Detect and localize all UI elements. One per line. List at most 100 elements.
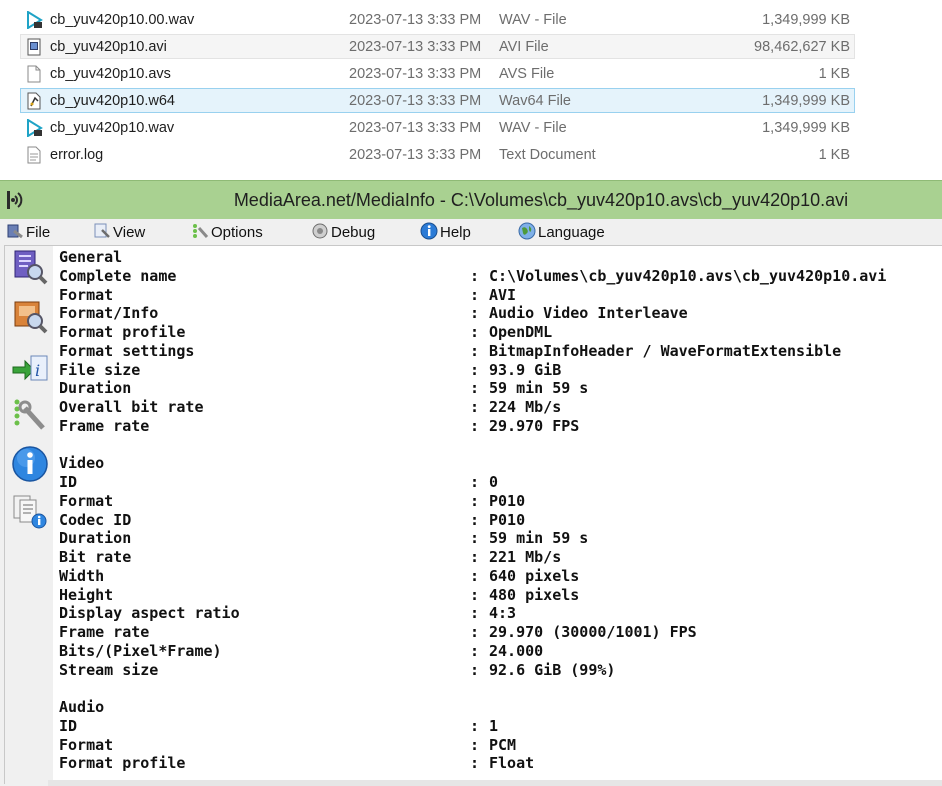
field-separator: : bbox=[470, 604, 480, 623]
sheet-view-icon[interactable] bbox=[11, 297, 49, 335]
file-size: 1,349,999 KB bbox=[762, 120, 850, 136]
field-separator: : bbox=[470, 735, 480, 754]
file-row[interactable]: cb_yuv420p10.avs 2023-07-13 3:33 PM AVS Fi… bbox=[20, 61, 855, 86]
field-label: Duration bbox=[59, 529, 132, 548]
file-menu-icon bbox=[7, 224, 23, 239]
file-name: cb_yuv420p10.w64 bbox=[50, 93, 175, 109]
blank-file-icon bbox=[27, 65, 41, 83]
file-type: Text Document bbox=[499, 147, 596, 163]
mediainfo-window: MediaArea.net/MediaInfo - C:\Volumes\cb_… bbox=[0, 180, 942, 786]
field-value: 0 bbox=[489, 473, 499, 491]
text-file-icon bbox=[27, 146, 41, 164]
title-bar[interactable]: MediaArea.net/MediaInfo - C:\Volumes\cb_… bbox=[0, 180, 942, 219]
menu-view[interactable]: View bbox=[93, 222, 145, 242]
field-label: Format bbox=[59, 491, 114, 510]
file-name: cb_yuv420p10.avs bbox=[50, 66, 171, 82]
field-label: Bits/(Pixel*Frame) bbox=[59, 641, 222, 660]
horizontal-scrollbar[interactable] bbox=[48, 780, 942, 786]
file-row[interactable]: cb_yuv420p10.00.wav 2023-07-13 3:33 PM WAV… bbox=[20, 7, 855, 32]
basic-view-icon[interactable] bbox=[11, 248, 49, 286]
field-value: Audio Video Interleave bbox=[489, 304, 688, 323]
file-date: 2023-07-13 3:33 PM bbox=[349, 120, 482, 136]
field-separator: : bbox=[470, 304, 480, 323]
field-separator: : bbox=[470, 341, 480, 360]
field-separator: : bbox=[470, 716, 480, 735]
file-type: WAV - File bbox=[499, 12, 567, 28]
field-label: General bbox=[59, 248, 123, 266]
menu-help[interactable]: Help bbox=[420, 222, 471, 242]
field-label: ID bbox=[59, 473, 78, 491]
field-separator: : bbox=[470, 566, 480, 585]
options-menu-icon bbox=[193, 224, 209, 238]
file-size: 1,349,999 KB bbox=[762, 93, 850, 109]
file-date: 2023-07-13 3:33 PM bbox=[349, 12, 482, 28]
file-name: cb_yuv420p10.00.wav bbox=[50, 12, 195, 28]
file-type: Wav64 File bbox=[499, 93, 571, 109]
field-label: Format bbox=[59, 735, 114, 754]
window-title: MediaArea.net/MediaInfo - C:\Volumes\cb_… bbox=[233, 190, 849, 210]
wav-play-icon bbox=[27, 11, 43, 29]
file-date: 2023-07-13 3:33 PM bbox=[349, 66, 482, 82]
field-value: OpenDML bbox=[489, 323, 553, 341]
field-value: PCM bbox=[489, 735, 517, 754]
field-separator: : bbox=[470, 585, 480, 604]
field-value: 59 min 59 s bbox=[489, 529, 589, 548]
field-value: P010 bbox=[489, 491, 526, 510]
video-file-icon bbox=[27, 38, 41, 56]
field-separator: : bbox=[470, 266, 480, 285]
field-label: Format settings bbox=[59, 341, 195, 360]
file-row[interactable]: cb_yuv420p10.wav 2023-07-13 3:33 PM WAV - … bbox=[20, 115, 855, 140]
file-row[interactable]: cb_yuv420p10.avi 2023-07-13 3:33 PM AVI Fi… bbox=[20, 34, 855, 59]
file-size: 1 KB bbox=[818, 66, 850, 82]
file-row[interactable]: cb_yuv420p10.w64 2023-07-13 3:33 PM Wav64 … bbox=[20, 88, 855, 113]
field-label: Stream size bbox=[59, 660, 159, 679]
field-separator: : bbox=[470, 548, 480, 566]
menu-bar: File View Options Debug Help Language bbox=[0, 219, 942, 245]
tree-view-icon[interactable] bbox=[11, 396, 49, 434]
field-value: C:\Volumes\cb_yuv420p10.avs\cb_yuv420p10… bbox=[489, 266, 887, 285]
menu-debug[interactable]: Debug bbox=[311, 222, 375, 242]
field-label: Display aspect ratio bbox=[59, 604, 240, 623]
field-separator: : bbox=[470, 379, 480, 398]
field-label: Format profile bbox=[59, 754, 186, 773]
field-value: 480 pixels bbox=[489, 585, 580, 604]
file-name: cb_yuv420p10.wav bbox=[50, 120, 175, 136]
field-value: 93.9 GiB bbox=[489, 360, 562, 379]
field-value: BitmapInfoHeader / WaveFormatExtensible bbox=[489, 341, 842, 360]
globe-icon bbox=[518, 222, 536, 240]
menu-language[interactable]: Language bbox=[518, 222, 605, 242]
field-label: Overall bit rate bbox=[59, 398, 204, 416]
field-label: Video bbox=[59, 454, 105, 473]
field-value: 640 pixels bbox=[489, 566, 580, 585]
field-separator: : bbox=[470, 660, 480, 679]
menu-file[interactable]: File bbox=[6, 222, 50, 242]
media-file-icon bbox=[27, 92, 41, 110]
field-label: Frame rate bbox=[59, 623, 150, 641]
text-view-icon[interactable]: i bbox=[11, 348, 49, 386]
field-label: Height bbox=[59, 585, 114, 604]
field-value: Float bbox=[489, 754, 535, 773]
field-separator: : bbox=[470, 398, 480, 416]
view-toolbar: i bbox=[5, 246, 53, 786]
explorer-file-list: cb_yuv420p10.00.wav 2023-07-13 3:33 PM WAV… bbox=[0, 0, 942, 180]
file-row[interactable]: error.log 2023-07-13 3:33 PM Text Document… bbox=[20, 142, 855, 167]
file-date: 2023-07-13 3:33 PM bbox=[349, 93, 482, 109]
help-info-icon bbox=[420, 222, 438, 240]
mediainfo-content: i General Complete name: C:\Volumes\cb_y… bbox=[4, 245, 942, 786]
file-name: error.log bbox=[50, 147, 104, 163]
field-value: 29.970 (30000/1001) FPS bbox=[489, 623, 697, 641]
field-label: Bit rate bbox=[59, 548, 132, 566]
file-size: 1,349,999 KB bbox=[762, 12, 850, 28]
field-label: Format bbox=[59, 285, 114, 304]
menu-options[interactable]: Options bbox=[191, 222, 263, 242]
field-value: 221 Mb/s bbox=[489, 548, 562, 566]
field-separator: : bbox=[470, 510, 480, 529]
field-value: 29.970 FPS bbox=[489, 416, 580, 435]
file-type: AVS File bbox=[499, 66, 555, 82]
export-view-icon[interactable] bbox=[11, 493, 49, 531]
field-label: Frame rate bbox=[59, 416, 150, 435]
field-separator: : bbox=[470, 529, 480, 548]
wav-play-icon bbox=[27, 119, 43, 137]
info-view-icon[interactable] bbox=[11, 445, 49, 483]
field-separator: : bbox=[470, 641, 480, 660]
